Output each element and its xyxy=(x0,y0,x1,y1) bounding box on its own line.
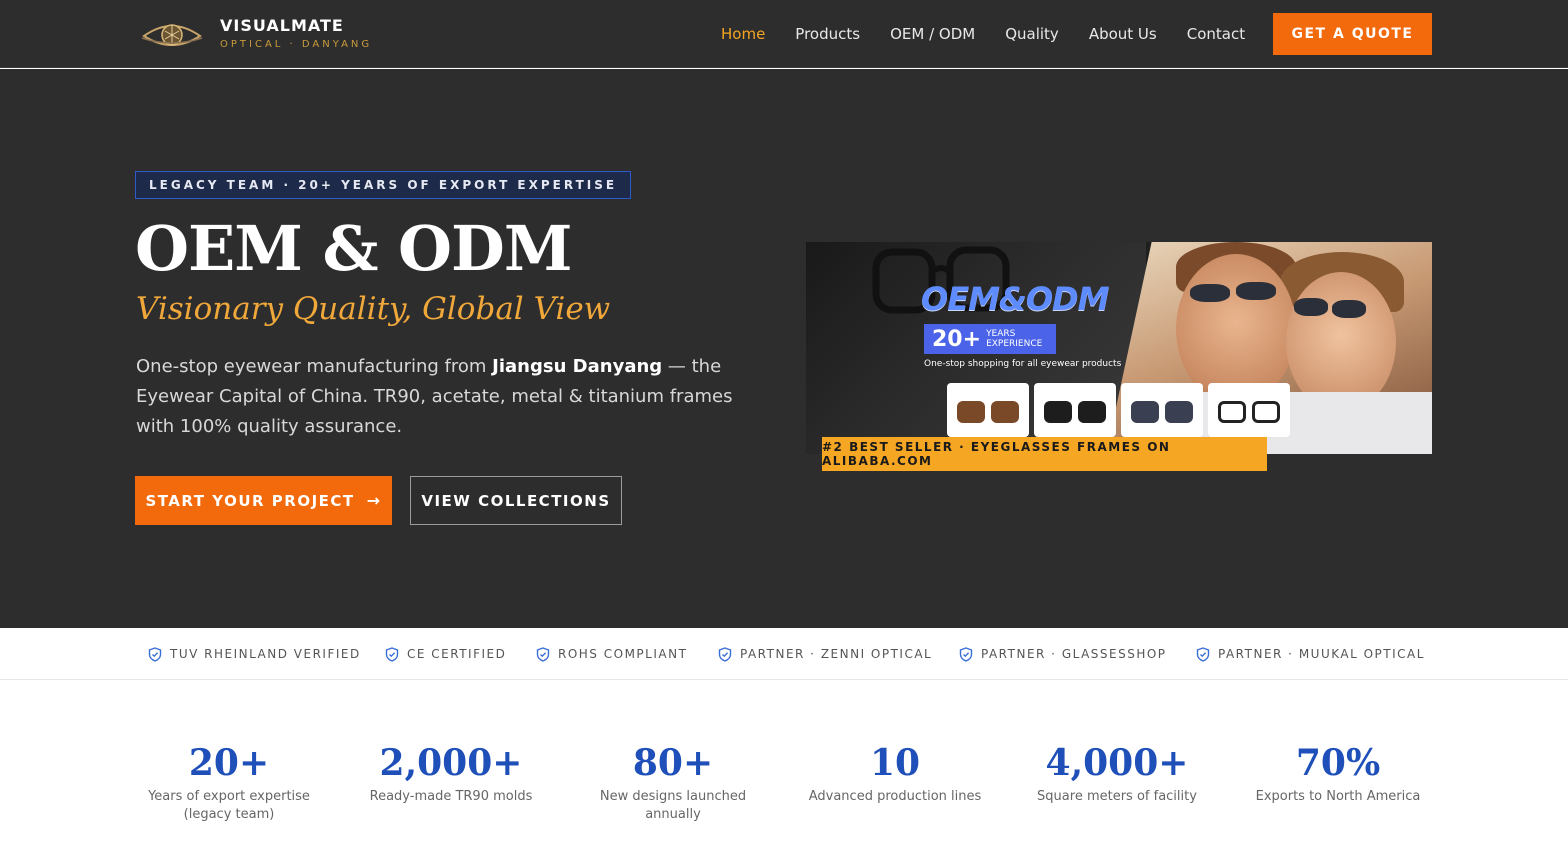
cert-item: ROHS COMPLIANT xyxy=(536,628,687,680)
nav-products[interactable]: Products xyxy=(795,25,860,43)
cert-item: CE CERTIFIED xyxy=(385,628,506,680)
main-menu: Home Products OEM / ODM Quality About Us… xyxy=(721,0,1275,68)
shield-check-icon xyxy=(959,646,973,662)
nav-contact[interactable]: Contact xyxy=(1187,25,1245,43)
view-collections-button[interactable]: VIEW COLLECTIONS xyxy=(410,476,622,525)
eyeglasses-thumb xyxy=(1208,383,1290,437)
stat-value: 80+ xyxy=(632,742,714,784)
cert-item: PARTNER · GLASSESSHOP xyxy=(959,628,1167,680)
stat-value: 2,000+ xyxy=(379,742,523,784)
stat-label: Square meters of facility xyxy=(1037,789,1197,804)
sunglasses-thumb xyxy=(1121,383,1203,437)
banner-years-box: 20+ YEARS EXPERIENCE xyxy=(924,324,1056,354)
get-a-quote-button[interactable]: GET A QUOTE xyxy=(1273,13,1432,55)
cert-item: PARTNER · MUUKAL OPTICAL xyxy=(1196,628,1425,680)
stat-item: 4,000+ Square meters of facility xyxy=(1017,740,1217,806)
shield-check-icon xyxy=(718,646,732,662)
cert-item: PARTNER · ZENNI OPTICAL xyxy=(718,628,932,680)
start-your-project-button[interactable]: START YOUR PROJECT → xyxy=(135,476,392,525)
brand-name: VISUALMATE xyxy=(220,16,344,35)
hero-section: LEGACY TEAM · 20+ YEARS OF EXPORT EXPERT… xyxy=(0,69,1568,628)
hero-title: OEM & ODM xyxy=(135,212,572,285)
brand-subtitle: OPTICAL · DANYANG xyxy=(220,39,373,50)
best-seller-tag: #2 BEST SELLER · EYEGLASSES FRAMES ON AL… xyxy=(822,437,1267,471)
nav-about-us[interactable]: About Us xyxy=(1089,25,1157,43)
nav-quality[interactable]: Quality xyxy=(1005,25,1059,43)
stat-value: 70% xyxy=(1295,742,1381,784)
stat-label: Exports to North America xyxy=(1255,789,1421,804)
sunglasses-thumb xyxy=(1034,383,1116,437)
hero-location: Jiangsu Danyang xyxy=(492,356,663,377)
stat-label: Advanced production lines xyxy=(808,789,982,804)
stat-label: Ready-made TR90 molds xyxy=(369,789,533,804)
shield-check-icon xyxy=(536,646,550,662)
stat-value: 20+ xyxy=(188,742,270,784)
stat-item: 70% Exports to North America xyxy=(1238,740,1438,806)
nav-oem-odm[interactable]: OEM / ODM xyxy=(890,25,975,43)
stat-item: 10 Advanced production lines xyxy=(795,740,995,806)
nav-home[interactable]: Home xyxy=(721,25,765,43)
shield-check-icon xyxy=(385,646,399,662)
arrow-right-icon: → xyxy=(366,491,382,510)
hero-description: One-stop eyewear manufacturing from Jian… xyxy=(136,356,733,437)
cert-item: TUV RHEINLAND VERIFIED xyxy=(148,628,361,680)
stat-label: New designs launched annually xyxy=(599,789,747,822)
stat-value: 4,000+ xyxy=(1045,742,1189,784)
shield-check-icon xyxy=(1196,646,1210,662)
stat-item: 80+ New designs launched annually xyxy=(573,740,773,824)
top-navbar: VISUALMATE OPTICAL · DANYANG Home Produc… xyxy=(0,0,1568,68)
stat-item: 2,000+ Ready-made TR90 molds xyxy=(351,740,551,806)
hero-tagline: Visionary Quality, Global View xyxy=(136,291,611,327)
certifications-strip: TUV RHEINLAND VERIFIED CE CERTIFIED ROHS… xyxy=(0,628,1568,680)
banner-logo-text: OEM&ODM xyxy=(921,280,1109,318)
eye-logo-icon xyxy=(140,14,204,54)
sunglasses-thumb xyxy=(947,383,1029,437)
stat-value: 10 xyxy=(869,742,921,784)
banner-subtitle: One-stop shopping for all eyewear produc… xyxy=(924,359,1122,369)
stat-item: 20+ Years of export expertise (legacy tea… xyxy=(129,740,329,824)
shield-check-icon xyxy=(148,646,162,662)
hero-banner-image: OEM&ODM 20+ YEARS EXPERIENCE One-stop sho… xyxy=(806,242,1432,454)
brand-logo[interactable]: VISUALMATE OPTICAL · DANYANG xyxy=(140,14,372,54)
hero-badge: LEGACY TEAM · 20+ YEARS OF EXPORT EXPERT… xyxy=(135,171,632,199)
stat-label: Years of export expertise (legacy team) xyxy=(148,789,310,822)
